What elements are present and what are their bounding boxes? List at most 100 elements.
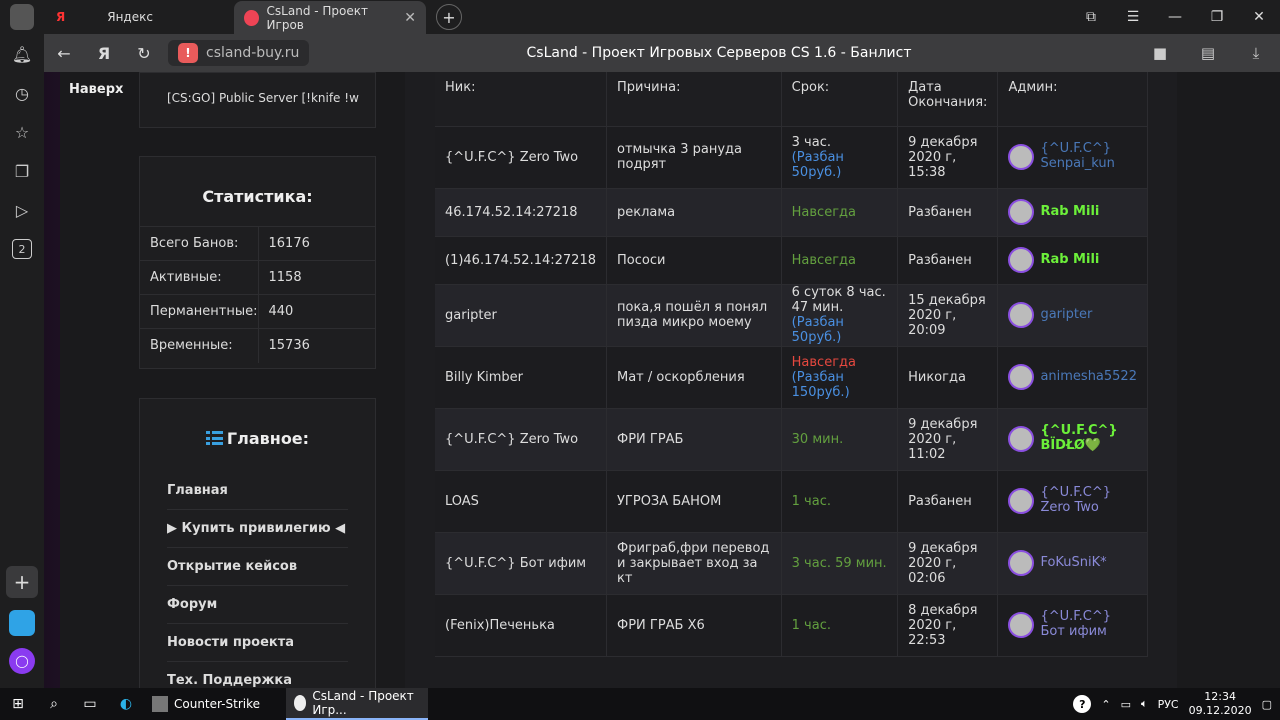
volume-icon[interactable]: 🔈︎: [1141, 697, 1148, 711]
ban-term: 3 час. (Разбан 50руб.): [781, 126, 899, 189]
history-icon[interactable]: ◷: [12, 83, 32, 103]
edge-icon[interactable]: ◐: [108, 688, 144, 720]
admin-name[interactable]: {^U.F.C^} Senpai_kun: [1040, 141, 1137, 172]
unban-price[interactable]: (Разбан 150руб.): [792, 370, 850, 400]
tab-csland[interactable]: CsLand - Проект Игров ✕: [234, 1, 426, 35]
ban-reason: Фриграб,фри перевод и закрывает вход за …: [606, 532, 782, 595]
ban-term: 6 суток 8 час. 47 мин. (Разбан 50руб.): [781, 284, 899, 347]
ban-reason: отмычка 3 рануда подрят: [606, 126, 782, 189]
alice-icon[interactable]: ◯: [9, 648, 35, 674]
reader-icon[interactable]: ▤: [1184, 44, 1232, 62]
badge-icon[interactable]: 2: [12, 239, 32, 259]
stats-table: Всего Банов: 16176 Активные: 1158 Перманен…: [140, 226, 375, 363]
ban-end-date: Никогда: [897, 346, 999, 409]
yandex-home-icon[interactable]: Я: [84, 44, 124, 63]
window-controls: ⧉ ☰ — ❐ ✕: [1070, 0, 1280, 34]
admin-avatar[interactable]: [1008, 302, 1035, 328]
ban-nick[interactable]: Billy Kimber: [435, 346, 607, 409]
ban-admin: {^U.F.C^} Senpai_kun: [997, 126, 1148, 189]
windows-start-icon[interactable]: ⊞: [0, 688, 36, 720]
tab-yandex[interactable]: Я Яндекс: [44, 0, 234, 34]
stats-row: Всего Банов: 16176: [140, 226, 375, 261]
unban-price[interactable]: (Разбан 50руб.): [792, 150, 844, 180]
ban-nick[interactable]: (Fenix)Печенька: [435, 594, 607, 657]
messenger-icon[interactable]: [9, 610, 35, 636]
add-panel-button[interactable]: +: [6, 566, 38, 598]
menu-icon[interactable]: ☰: [1112, 0, 1154, 34]
collections-icon[interactable]: ❐: [12, 161, 32, 181]
star-icon[interactable]: ☆: [12, 122, 32, 142]
download-icon[interactable]: ⤓: [1232, 44, 1280, 62]
admin-name[interactable]: {^U.F.C^} ВÏDŁØ💚: [1040, 423, 1137, 454]
close-icon[interactable]: ✕: [404, 10, 416, 26]
ban-end-date: 9 декабря 2020 г, 15:38: [897, 126, 999, 189]
menu-item-support[interactable]: Тех. Поддержка: [167, 662, 348, 688]
scroll-top-link[interactable]: Наверх: [69, 82, 123, 97]
bell-icon[interactable]: 🔔︎: [12, 44, 32, 64]
warning-icon: !: [178, 43, 198, 63]
admin-avatar[interactable]: [1008, 364, 1035, 390]
admin-avatar[interactable]: [1008, 247, 1035, 273]
network-icon[interactable]: ▭: [1121, 698, 1131, 711]
user-icon: [10, 4, 34, 30]
tab-manager-icon[interactable]: ⧉: [1070, 0, 1112, 34]
new-tab-button[interactable]: +: [436, 4, 462, 30]
ban-nick[interactable]: {^U.F.C^} Бот ифим: [435, 532, 607, 595]
table-row: Billy Kimber Мат / оскорбления Навсегда (Р…: [435, 346, 1148, 409]
menu-item-forum[interactable]: Форум: [167, 586, 348, 624]
bookmark-icon[interactable]: ■: [1136, 44, 1184, 62]
server-name[interactable]: [CS:GO] Public Server [!knife !w: [167, 91, 359, 105]
admin-name[interactable]: animesha5522: [1040, 369, 1137, 385]
play-icon[interactable]: ▷: [12, 200, 32, 220]
restore-icon[interactable]: ❐: [1196, 0, 1238, 34]
ban-nick[interactable]: (1)46.174.52.14:27218: [435, 236, 607, 285]
ban-admin: Rab Mili: [997, 236, 1148, 285]
admin-name[interactable]: Rab Mili: [1040, 252, 1099, 268]
taskbar-app-counter-strike[interactable]: Counter-Strike: [144, 688, 286, 720]
help-icon[interactable]: ?: [1073, 695, 1092, 713]
ban-nick[interactable]: {^U.F.C^} Zero Two: [435, 408, 607, 471]
profile-button[interactable]: [0, 0, 44, 34]
taskbar-app-browser[interactable]: CsLand - Проект Игр...: [286, 688, 428, 720]
admin-avatar[interactable]: [1008, 144, 1035, 170]
admin-avatar[interactable]: [1008, 612, 1035, 638]
ban-end-date: Разбанен: [897, 188, 999, 237]
search-icon[interactable]: ⌕: [36, 688, 72, 720]
admin-avatar[interactable]: [1008, 426, 1035, 452]
language-indicator[interactable]: РУС: [1158, 698, 1179, 711]
menu-item-home[interactable]: Главная: [167, 472, 348, 510]
admin-name[interactable]: garipter: [1040, 307, 1092, 323]
admin-avatar[interactable]: [1008, 199, 1035, 225]
admin-name[interactable]: {^U.F.C^} Бот ифим: [1040, 609, 1137, 640]
ban-term: Навсегда: [781, 236, 899, 285]
menu-item-cases[interactable]: Открытие кейсов: [167, 548, 348, 586]
table-header: Ник: Причина: Срок: Дата Окончания: Адми…: [435, 72, 1148, 127]
ban-nick[interactable]: LOAS: [435, 470, 607, 533]
admin-avatar[interactable]: [1008, 488, 1035, 514]
admin-avatar[interactable]: [1008, 550, 1035, 576]
ban-admin: FoKuSniK*: [997, 532, 1148, 595]
admin-name[interactable]: {^U.F.C^} Zero Two: [1040, 485, 1137, 516]
task-view-icon[interactable]: ▭: [72, 688, 108, 720]
address-bar: ← Я ↻ ! csland-buy.ru CsLand - Проект Иг…: [44, 34, 1280, 72]
ban-nick[interactable]: {^U.F.C^} Zero Two: [435, 126, 607, 189]
admin-name[interactable]: Rab Mili: [1040, 204, 1099, 220]
menu-item-news[interactable]: Новости проекта: [167, 624, 348, 662]
page-title[interactable]: CsLand - Проект Игровых Серверов CS 1.6 …: [424, 45, 1014, 61]
reload-icon[interactable]: ↻: [124, 44, 164, 63]
notifications-icon[interactable]: ▢: [1262, 698, 1272, 711]
admin-name[interactable]: FoKuSniK*: [1040, 555, 1106, 571]
back-icon[interactable]: ←: [44, 44, 84, 63]
ban-nick[interactable]: 46.174.52.14:27218: [435, 188, 607, 237]
ban-reason: Мат / оскорбления: [606, 346, 782, 409]
clock[interactable]: 12:34 09.12.2020: [1189, 690, 1252, 718]
close-window-icon[interactable]: ✕: [1238, 0, 1280, 34]
ban-nick[interactable]: garipter: [435, 284, 607, 347]
ban-term: Навсегда (Разбан 150руб.): [781, 346, 899, 409]
minimize-icon[interactable]: —: [1154, 0, 1196, 34]
chevron-up-icon[interactable]: ⌃: [1101, 698, 1110, 711]
banlist: Ник: Причина: Срок: Дата Окончания: Адми…: [435, 72, 1148, 657]
unban-price[interactable]: (Разбан 50руб.): [792, 315, 844, 345]
menu-item-buy-privilege[interactable]: ▶ Купить привилегию ◀: [167, 510, 348, 548]
site-indicator[interactable]: ! csland-buy.ru: [168, 40, 310, 66]
